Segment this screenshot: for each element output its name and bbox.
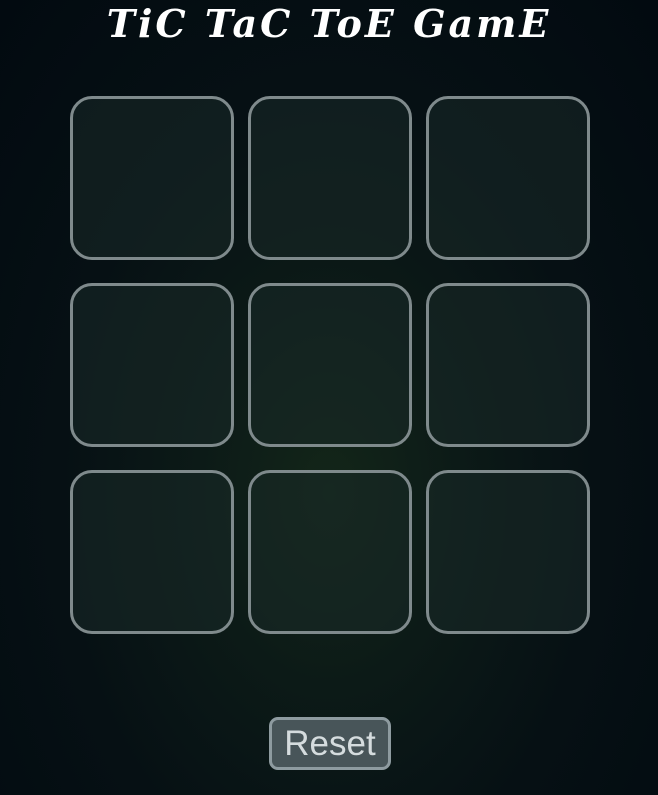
board-cell-9[interactable]	[426, 470, 590, 634]
board-cell-2[interactable]	[248, 96, 412, 260]
board-cell-4[interactable]	[70, 283, 234, 447]
board-cell-8[interactable]	[248, 470, 412, 634]
board-cell-3[interactable]	[426, 96, 590, 260]
reset-button[interactable]: Reset	[269, 717, 391, 770]
board-cell-7[interactable]	[70, 470, 234, 634]
game-board	[70, 96, 590, 634]
board-cell-5[interactable]	[248, 283, 412, 447]
page-title: TiC TaC ToE GamE	[106, 1, 552, 46]
board-cell-1[interactable]	[70, 96, 234, 260]
board-cell-6[interactable]	[426, 283, 590, 447]
